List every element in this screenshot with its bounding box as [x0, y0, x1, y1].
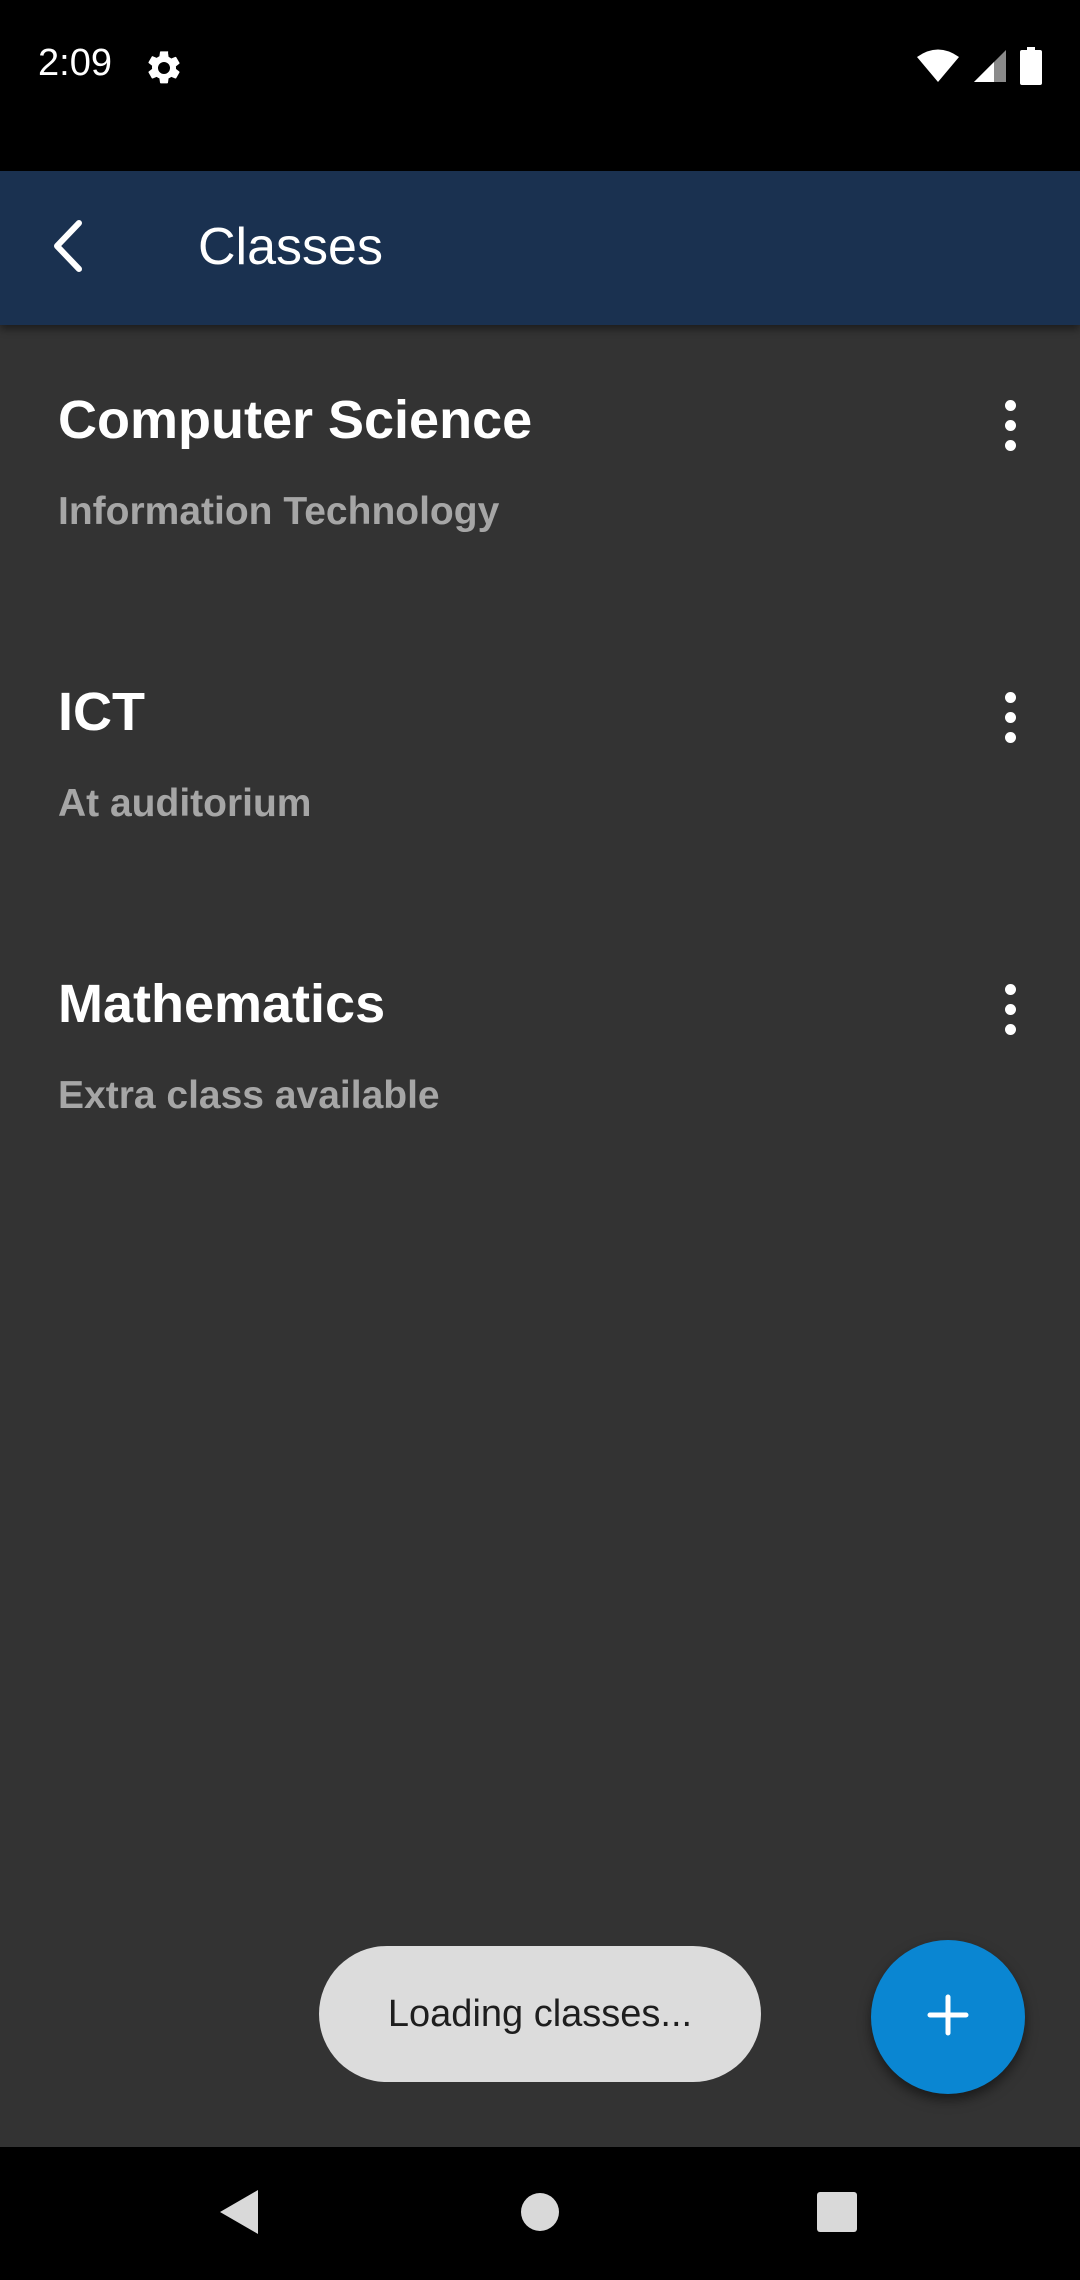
- class-item-mathematics[interactable]: Mathematics Extra class available: [0, 909, 1080, 1201]
- more-vert-icon: [1004, 983, 1016, 995]
- battery-icon: [1020, 46, 1042, 90]
- status-icons: [916, 46, 1042, 90]
- nav-home-icon: [519, 2191, 561, 2238]
- nav-back-button[interactable]: [195, 2169, 285, 2259]
- add-class-button[interactable]: [871, 1940, 1025, 2094]
- plus-icon: [926, 1993, 970, 2042]
- more-vert-icon: [1004, 399, 1016, 411]
- status-bar: 2:09: [0, 0, 1080, 171]
- class-description: Information Technology: [58, 490, 500, 533]
- class-description: At auditorium: [58, 782, 312, 825]
- status-time: 2:09: [38, 42, 112, 84]
- back-arrow-icon: [47, 219, 91, 278]
- class-name: Computer Science: [58, 390, 533, 450]
- more-options-button[interactable]: [970, 677, 1050, 757]
- class-list[interactable]: Computer Science Information Technology …: [0, 325, 1080, 2147]
- class-item-ict[interactable]: ICT At auditorium: [0, 617, 1080, 909]
- system-nav-bar: [0, 2147, 1080, 2280]
- gear-icon: [144, 48, 184, 88]
- loading-toast: Loading classes...: [319, 1946, 761, 2082]
- class-item-computer-science[interactable]: Computer Science Information Technology: [0, 325, 1080, 617]
- page-title: Classes: [198, 218, 383, 276]
- class-name: Mathematics: [58, 974, 386, 1034]
- app-bar: Classes: [0, 171, 1080, 325]
- more-vert-icon: [1004, 691, 1016, 703]
- nav-back-icon: [218, 2188, 262, 2241]
- class-description: Extra class available: [58, 1074, 440, 1117]
- more-options-button[interactable]: [970, 969, 1050, 1049]
- nav-recents-icon: [816, 2191, 858, 2238]
- nav-home-button[interactable]: [495, 2169, 585, 2259]
- class-name: ICT: [58, 682, 145, 742]
- wifi-icon: [916, 48, 960, 89]
- signal-icon: [972, 48, 1008, 89]
- nav-recents-button[interactable]: [792, 2169, 882, 2259]
- back-button[interactable]: [24, 203, 114, 293]
- more-options-button[interactable]: [970, 385, 1050, 465]
